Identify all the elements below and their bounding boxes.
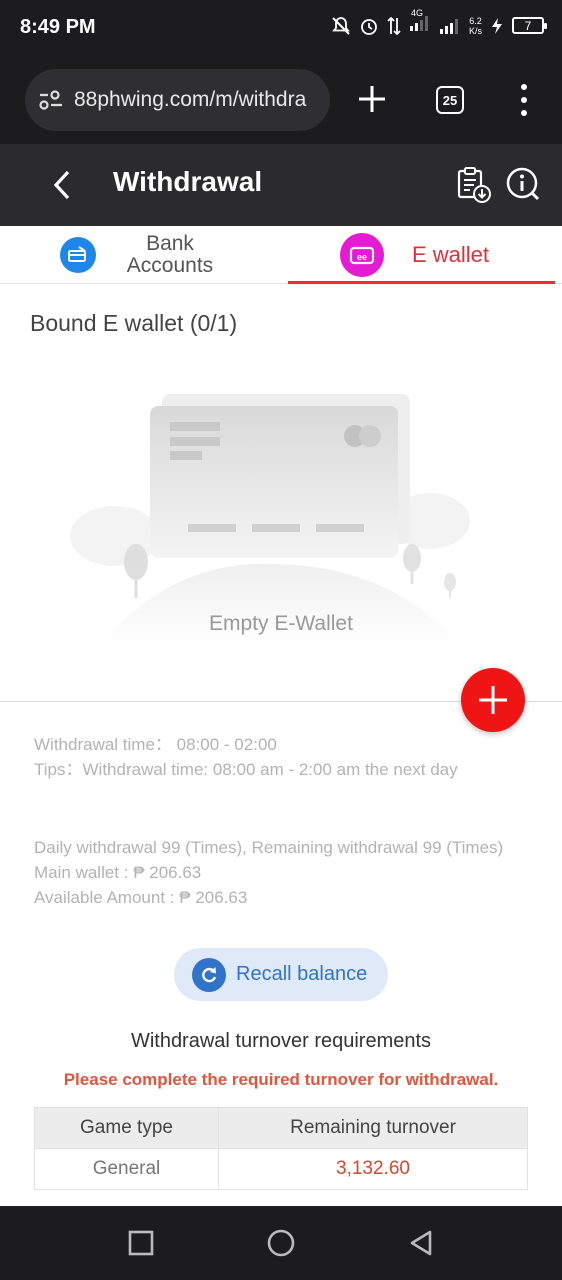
battery-level: 7 bbox=[524, 18, 532, 33]
network-type: 4G bbox=[410, 8, 423, 18]
turnover-title: Withdrawal turnover requirements bbox=[130, 1030, 432, 1052]
tips-label: Tips： bbox=[34, 760, 83, 779]
daily-limit-text: Daily withdrawal 99 (Times), Remaining w… bbox=[34, 838, 504, 857]
ewallet-icon: ee bbox=[340, 233, 384, 277]
status-bar: 8:49 PM 4G 6.2 K/s 7 bbox=[0, 0, 562, 56]
withdrawal-content: Bank Accounts ee E wallet Bound E wallet… bbox=[0, 226, 562, 1206]
tab-bank-accounts[interactable]: Bank Accounts bbox=[60, 226, 220, 284]
new-tab-button[interactable] bbox=[355, 82, 389, 116]
column-header-game-type: Game type bbox=[34, 1107, 219, 1149]
tab-switcher-button[interactable]: 25 bbox=[436, 86, 464, 114]
bound-wallet-title: Bound E wallet (0/1) bbox=[30, 310, 238, 336]
status-icons: 4G 6.2 K/s 7 bbox=[331, 8, 547, 37]
withdrawal-time-info: Withdrawal time： 08:00 - 02:00 Tips：With… bbox=[34, 732, 504, 782]
site-settings-icon[interactable] bbox=[38, 90, 64, 110]
data-transfer-icon bbox=[387, 16, 401, 35]
recent-apps-button[interactable] bbox=[126, 1228, 156, 1258]
add-ewallet-button[interactable] bbox=[461, 668, 525, 732]
info-icon[interactable] bbox=[505, 166, 541, 202]
charging-icon bbox=[492, 17, 502, 34]
empty-wallet-text: Empty E-Wallet bbox=[209, 612, 353, 635]
main-wallet-text: Main wallet : ₱ 206.63 bbox=[34, 863, 202, 882]
withdrawal-limits-info: Daily withdrawal 99 (Times), Remaining w… bbox=[34, 835, 504, 910]
refresh-icon bbox=[192, 957, 226, 992]
browser-menu-button[interactable] bbox=[514, 84, 534, 116]
status-time: 8:49 PM bbox=[20, 16, 96, 38]
svg-text:ee: ee bbox=[357, 252, 367, 262]
bank-card-icon bbox=[60, 237, 96, 273]
battery-icon: 7 bbox=[512, 17, 547, 34]
plus-icon bbox=[479, 686, 507, 714]
app-header: Withdrawal bbox=[0, 144, 562, 226]
active-tab-indicator bbox=[288, 281, 555, 284]
back-nav-button[interactable] bbox=[406, 1228, 436, 1258]
available-amount-text: Available Amount : ₱ 206.63 bbox=[34, 888, 248, 907]
browser-toolbar: 88phwing.com/m/withdra 25 bbox=[0, 56, 562, 144]
tab-ewallet-label: E wallet bbox=[412, 242, 490, 267]
game-type-cell: General bbox=[34, 1148, 219, 1190]
alarm-icon bbox=[361, 18, 377, 35]
column-header-remaining-turnover: Remaining turnover bbox=[218, 1107, 528, 1149]
tab-bank-label: Bank Accounts bbox=[126, 232, 214, 277]
recall-balance-label: Recall balance bbox=[236, 963, 368, 985]
turnover-warning: Please complete the required turnover fo… bbox=[63, 1070, 499, 1089]
signal-icon-2 bbox=[439, 18, 458, 34]
withdrawal-time-label: Withdrawal time： bbox=[34, 735, 172, 754]
account-type-tabs: Bank Accounts ee E wallet bbox=[0, 226, 562, 284]
net-speed: 6.2 K/s bbox=[468, 15, 482, 36]
url-text[interactable]: 88phwing.com/m/withdra bbox=[74, 88, 306, 112]
recall-balance-button[interactable]: Recall balance bbox=[174, 948, 388, 1001]
home-button[interactable] bbox=[266, 1228, 296, 1258]
turnover-table: Game type Remaining turnover General 3,1… bbox=[34, 1107, 528, 1190]
system-navigation-bar bbox=[0, 1206, 562, 1280]
tab-e-wallet[interactable]: ee E wallet bbox=[288, 226, 555, 284]
back-button[interactable] bbox=[48, 168, 78, 202]
withdrawal-time-value: 08:00 - 02:00 bbox=[176, 735, 277, 754]
table-row: General 3,132.60 bbox=[34, 1148, 528, 1190]
withdrawal-records-icon[interactable] bbox=[456, 166, 492, 204]
notifications-off-icon bbox=[332, 16, 350, 35]
tips-value: Withdrawal time: 08:00 am - 2:00 am the … bbox=[82, 760, 458, 779]
table-header-row: Game type Remaining turnover bbox=[34, 1107, 528, 1149]
address-bar[interactable]: 88phwing.com/m/withdra bbox=[25, 69, 330, 131]
remaining-turnover-cell: 3,132.60 bbox=[218, 1148, 528, 1190]
page-title: Withdrawal bbox=[113, 166, 263, 197]
